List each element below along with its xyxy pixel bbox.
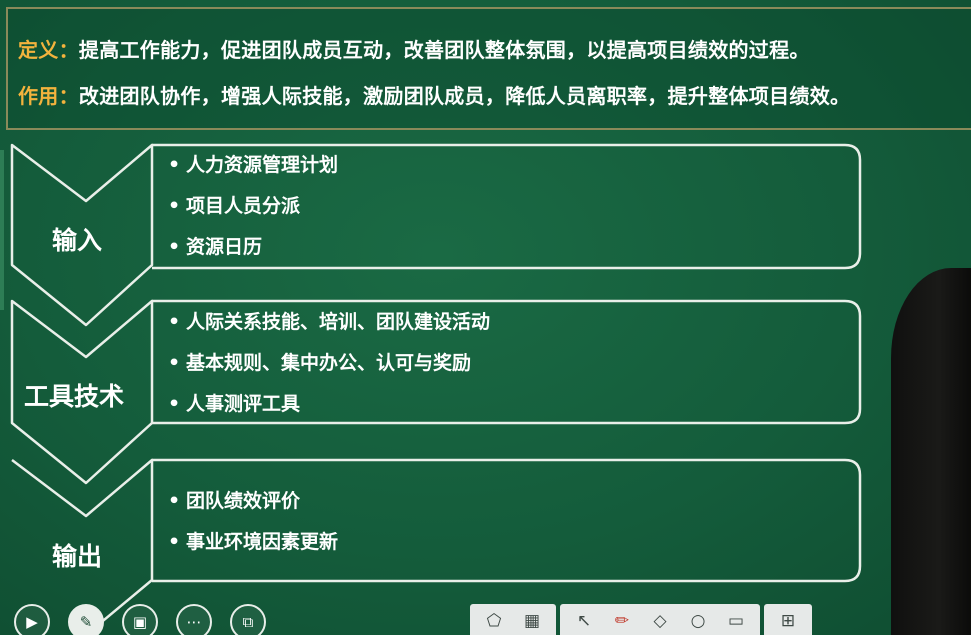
list-item: • 人力资源管理计划 <box>168 145 338 186</box>
bullet: • <box>168 531 181 553</box>
pen-icon[interactable]: ✎ <box>68 604 104 635</box>
screen-icon[interactable]: ⧉ <box>230 604 266 635</box>
list-item-text: 人力资源管理计划 <box>186 154 339 176</box>
toolbar-group-left: ⬠ ▦ <box>470 604 556 635</box>
input-items: • 人力资源管理计划 • 项目人员分派 • 资源日历 <box>168 145 338 268</box>
bullet: • <box>168 311 181 333</box>
bullet: • <box>168 154 181 176</box>
play-icon[interactable]: ▶ <box>14 604 50 635</box>
bullet: • <box>168 393 181 415</box>
board-icon[interactable]: ▭ <box>724 609 748 633</box>
grid-icon[interactable]: ⊞ <box>776 609 800 633</box>
search-icon[interactable]: ○ <box>686 609 710 633</box>
eraser-icon[interactable]: ◇ <box>648 609 672 633</box>
pointer-icon[interactable]: ↖ <box>572 609 596 633</box>
tools-items: • 人际关系技能、培训、团队建设活动 • 基本规则、集中办公、认可与奖励 • 人事测评… <box>168 302 490 425</box>
qr-icon[interactable]: ▦ <box>520 609 544 633</box>
list-item: • 团队绩效评价 <box>168 481 338 522</box>
list-item: • 基本规则、集中办公、认可与奖励 <box>168 343 490 384</box>
list-item-text: 人事测评工具 <box>186 393 301 415</box>
list-item-text: 团队绩效评价 <box>186 490 301 512</box>
toolbar-group-right: ⊞ <box>764 604 812 635</box>
list-item-text: 资源日历 <box>186 236 263 258</box>
list-item-text: 基本规则、集中办公、认可与奖励 <box>186 352 472 374</box>
list-item-text: 人际关系技能、培训、团队建设活动 <box>186 311 491 333</box>
list-item: • 人事测评工具 <box>168 384 490 425</box>
bullet: • <box>168 236 181 258</box>
list-item: • 事业环境因素更新 <box>168 522 338 563</box>
presenter-silhouette <box>891 268 971 635</box>
bullet: • <box>168 195 181 217</box>
stage-label-input: 输入 <box>52 226 103 255</box>
list-item: • 项目人员分派 <box>168 186 338 227</box>
toolbar-group-tools: ↖ ✏ ◇ ○ ▭ <box>560 604 760 635</box>
bullet: • <box>168 490 181 512</box>
list-item-text: 项目人员分派 <box>186 195 301 217</box>
stage-label-tools: 工具技术 <box>24 382 125 411</box>
bullet: • <box>168 352 181 374</box>
stage-label-output: 输出 <box>52 542 103 571</box>
slideshow-controls: ▶ ✎ ▣ ⋯ ⧉ <box>14 604 266 635</box>
list-item-text: 事业环境因素更新 <box>186 531 339 553</box>
list-item: • 资源日历 <box>168 227 338 268</box>
output-items: • 团队绩效评价 • 事业环境因素更新 <box>168 481 338 563</box>
shape-icon[interactable]: ⬠ <box>482 609 506 633</box>
more-icon[interactable]: ⋯ <box>176 604 212 635</box>
list-item: • 人际关系技能、培训、团队建设活动 <box>168 302 490 343</box>
red-pen-icon[interactable]: ✏ <box>610 609 634 633</box>
annotation-toolbar: ⬠ ▦ ↖ ✏ ◇ ○ ▭ ⊞ <box>470 604 812 635</box>
slide-icon[interactable]: ▣ <box>122 604 158 635</box>
